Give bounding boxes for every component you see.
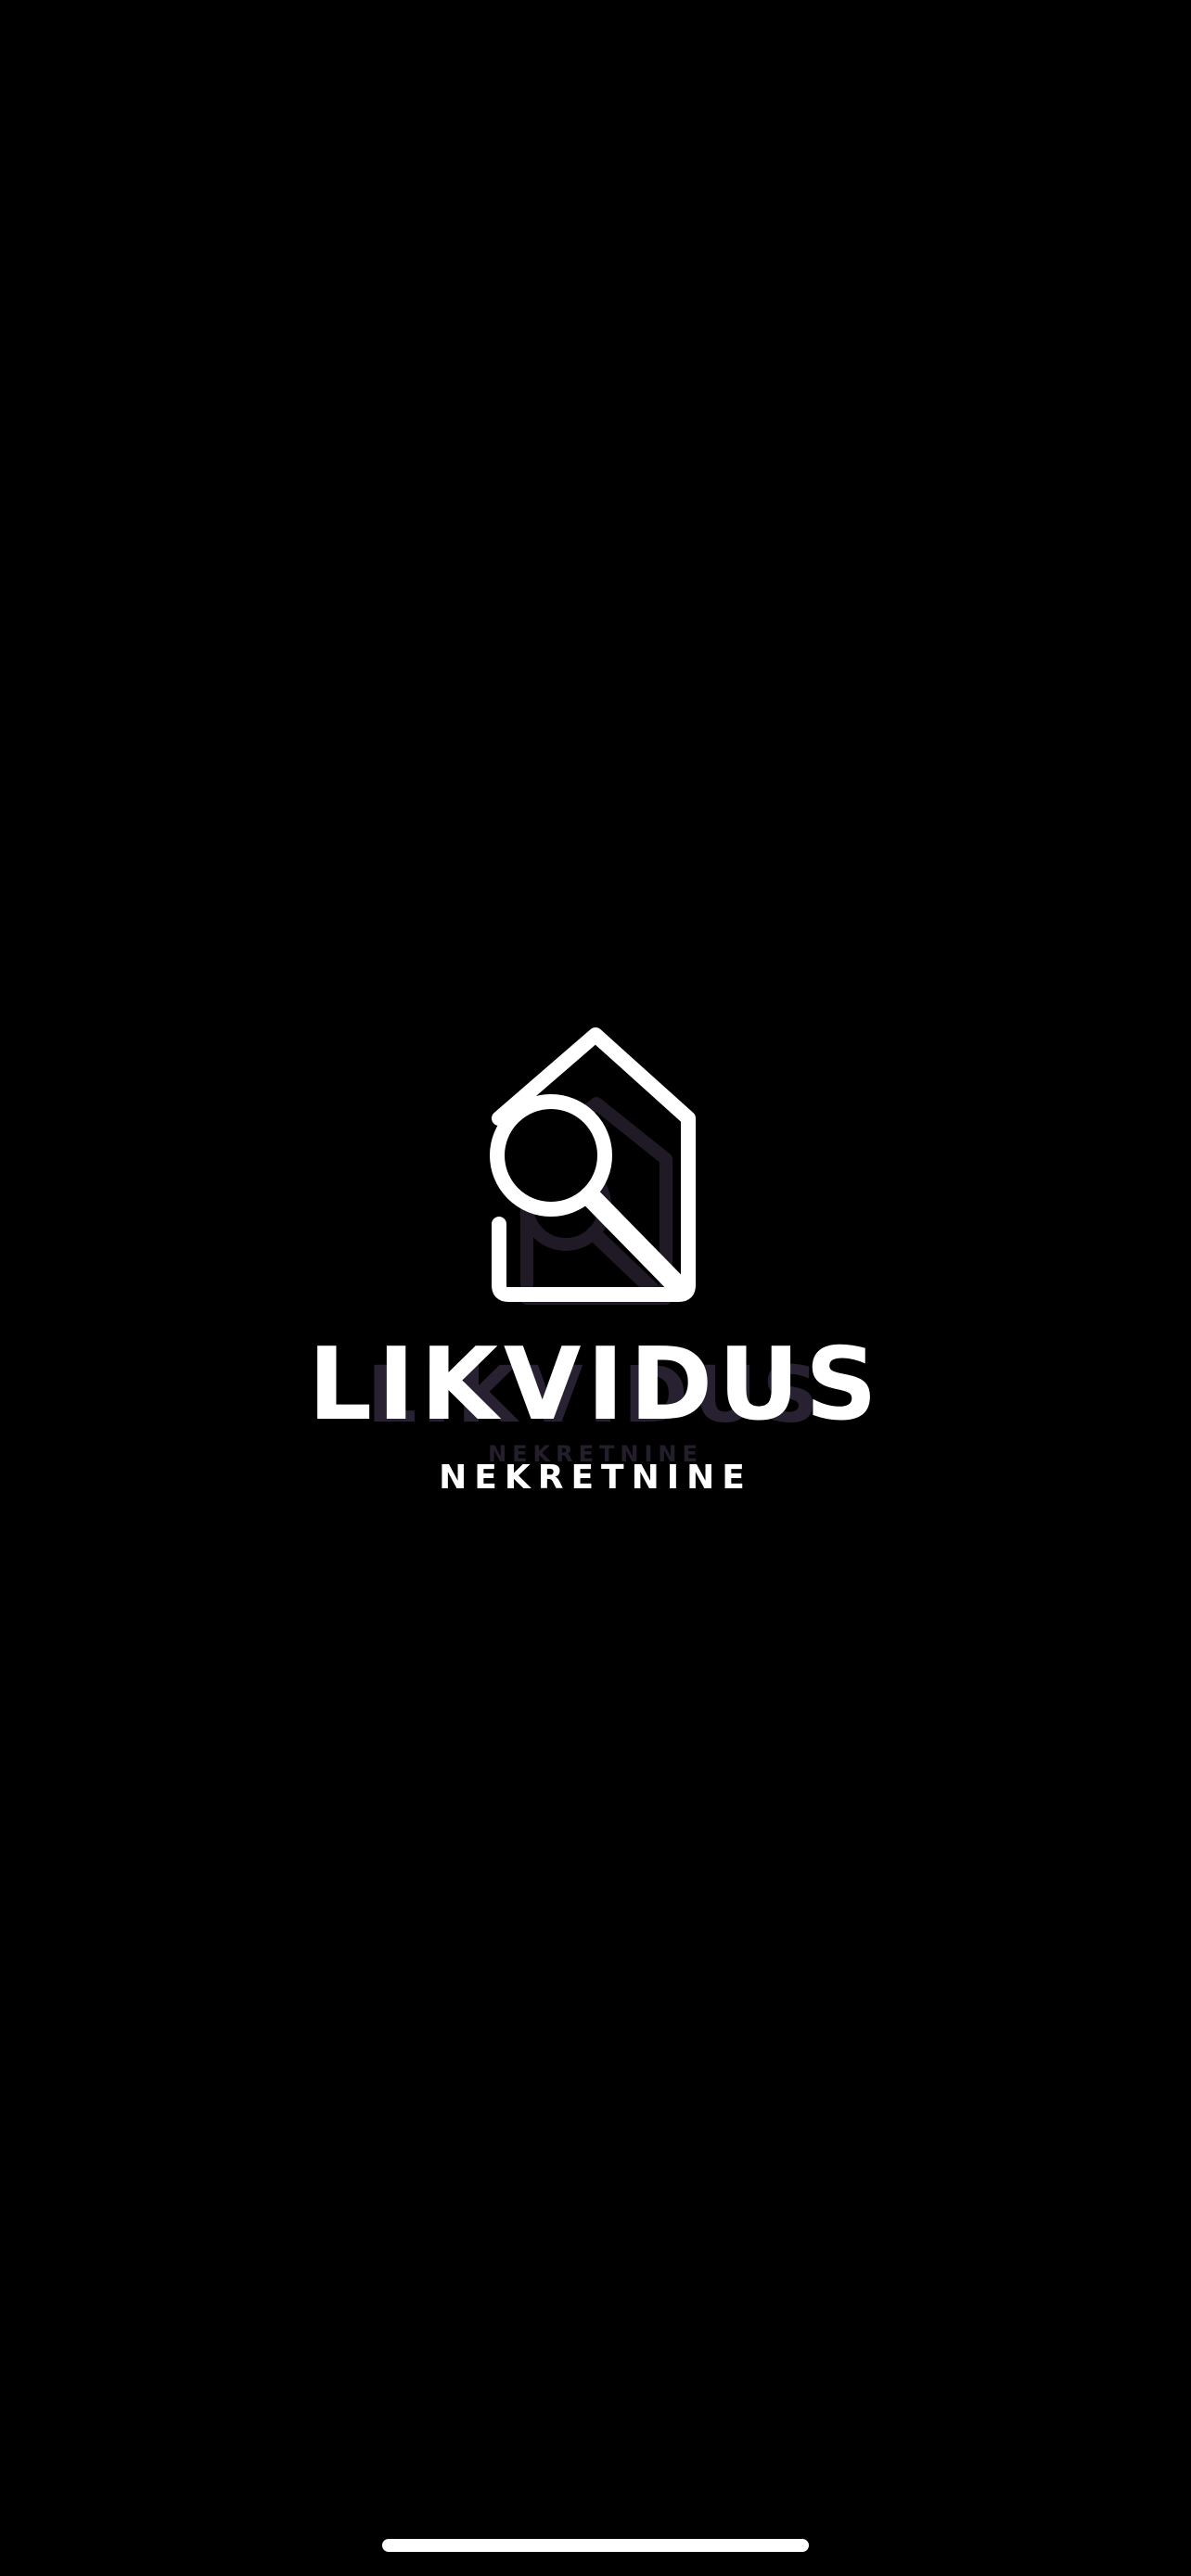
brand-name: LIKVIDUS: [308, 1327, 883, 1443]
home-indicator[interactable]: [382, 2539, 809, 2552]
splash-screen: LIKVIDUS LIKVIDUS NEKRETNINE NEKRETNINE: [0, 0, 1191, 2576]
brand-subtitle: NEKRETNINE: [439, 1459, 752, 1497]
house-magnifier-icon: [490, 1027, 696, 1302]
